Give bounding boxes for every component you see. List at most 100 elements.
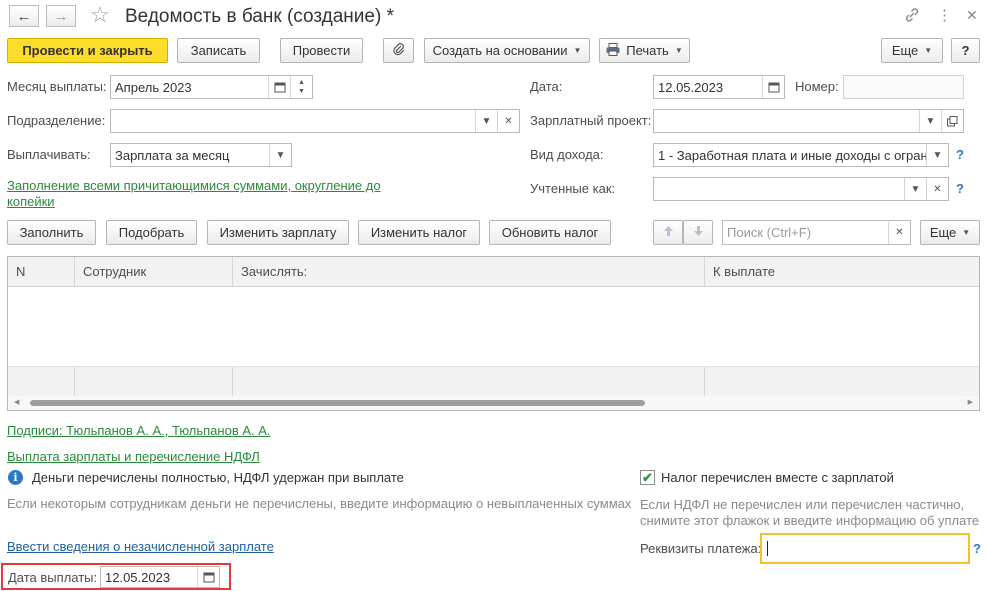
month-value: Апрель 2023 [115, 79, 192, 95]
footer-cell [75, 367, 233, 397]
info-icon: i [8, 470, 23, 485]
tax-paid-label: Налог перечислен вместе с зарплатой [661, 470, 894, 485]
dropdown-icon[interactable]: ▼ [926, 144, 948, 166]
month-stepper[interactable]: ▲ ▼ [290, 76, 312, 98]
dropdown-icon[interactable]: ▼ [475, 110, 497, 132]
save-button[interactable]: Записать [177, 38, 260, 63]
month-label: Месяц выплаты: [7, 79, 107, 94]
caret-down-icon: ▼ [924, 46, 933, 55]
income-type-field[interactable]: 1 - Заработная плата и иные доходы с огр… [653, 143, 949, 167]
print-label: Печать [626, 43, 669, 58]
dropdown-icon[interactable]: ▼ [919, 110, 941, 132]
attach-button[interactable] [383, 38, 414, 63]
fill-button[interactable]: Заполнить [7, 220, 96, 245]
table-more-button[interactable]: Еще ▼ [920, 220, 980, 245]
employees-table[interactable]: N Сотрудник Зачислять: К выплате ◀ ▶ [7, 256, 980, 411]
change-salary-button[interactable]: Изменить зарплату [207, 220, 349, 245]
column-header-credit[interactable]: Зачислять: [233, 257, 705, 287]
calendar-icon[interactable] [762, 76, 784, 98]
post-label: Провести [292, 43, 351, 58]
arrow-down-icon [693, 225, 704, 240]
arrow-up-icon [663, 225, 674, 240]
accounted-help-icon[interactable]: ? [956, 181, 964, 196]
caret-down-icon: ▼ [674, 46, 683, 55]
help-button[interactable]: ? [951, 38, 980, 63]
footer-cell [233, 367, 705, 397]
accounted-field[interactable]: ▼ ✕ [653, 177, 949, 201]
open-icon[interactable] [941, 110, 963, 132]
help-label: ? [961, 43, 970, 58]
pay-date-field[interactable]: 12.05.2023 [100, 566, 220, 588]
signatures-link[interactable]: Подписи: Тюльпанов А. А., Тюльпанов А. А… [7, 423, 271, 438]
clear-icon[interactable]: ✕ [926, 178, 948, 200]
dropdown-icon[interactable]: ▼ [904, 178, 926, 200]
scroll-left-icon[interactable]: ◀ [14, 398, 19, 406]
pay-field[interactable]: Зарплата за месяц ▼ [110, 143, 292, 167]
horizontal-scrollbar[interactable]: ◀ ▶ [8, 396, 979, 410]
change-tax-button[interactable]: Изменить налог [358, 220, 480, 245]
fill-label: Заполнить [19, 225, 84, 240]
clear-icon[interactable]: ✕ [497, 110, 519, 132]
text-cursor [767, 541, 768, 556]
paperclip-icon [392, 42, 406, 59]
requisites-help-icon[interactable]: ? [973, 541, 981, 556]
post-and-close-label: Провести и закрыть [22, 43, 153, 58]
create-based-on-button[interactable]: Создать на основании ▼ [424, 38, 590, 63]
salary-project-label: Зарплатный проект: [530, 113, 652, 128]
table-more-label: Еще [929, 225, 957, 240]
tax-paid-checkbox[interactable]: ✔ [640, 470, 655, 485]
payment-status-text: Деньги перечислены полностью, НДФЛ удерж… [32, 470, 404, 485]
footer-cell [8, 367, 75, 397]
change-salary-label: Изменить зарплату [219, 225, 337, 240]
number-label: Номер: [795, 79, 839, 94]
division-field[interactable]: ▼ ✕ [110, 109, 520, 133]
post-and-close-button[interactable]: Провести и закрыть [7, 38, 168, 63]
salary-project-field[interactable]: ▼ [653, 109, 964, 133]
requisites-input[interactable] [760, 533, 970, 564]
forward-button[interactable]: → [46, 5, 76, 27]
scrollbar-thumb[interactable] [30, 400, 645, 406]
table-header: N Сотрудник Зачислять: К выплате [8, 257, 979, 287]
date-value: 12.05.2023 [658, 79, 724, 95]
change-tax-label: Изменить налог [370, 225, 468, 240]
dropdown-icon[interactable]: ▼ [269, 144, 291, 166]
column-header-employee[interactable]: Сотрудник [75, 257, 233, 287]
move-down-button[interactable] [683, 220, 713, 245]
search-input[interactable]: Поиск (Ctrl+F) ✕ [722, 220, 911, 245]
link-icon[interactable] [904, 7, 920, 26]
payment-ndfl-link[interactable]: Выплата зарплаты и перечисление НДФЛ [7, 449, 260, 464]
column-header-to-pay[interactable]: К выплате [705, 257, 979, 287]
save-label: Записать [190, 43, 247, 58]
favorite-star-icon[interactable]: ☆ [90, 2, 110, 28]
move-up-button[interactable] [653, 220, 683, 245]
print-button[interactable]: Печать ▼ [599, 38, 690, 63]
fill-amounts-link-continued[interactable]: копейки [7, 194, 55, 209]
arrow-right-icon: → [53, 7, 69, 25]
post-button[interactable]: Провести [280, 38, 363, 63]
number-field[interactable] [843, 75, 964, 99]
close-icon[interactable]: ✕ [966, 7, 978, 24]
date-field[interactable]: 12.05.2023 [653, 75, 785, 99]
column-header-n[interactable]: N [8, 257, 75, 287]
calendar-icon[interactable] [197, 567, 219, 587]
pay-label: Выплачивать: [7, 147, 91, 162]
create-based-label: Создать на основании [432, 43, 568, 58]
fill-amounts-link[interactable]: Заполнение всеми причитающимися суммами,… [7, 178, 381, 193]
more-actions-icon[interactable]: ⋮ [937, 6, 952, 24]
back-button[interactable]: ← [9, 5, 39, 27]
unaccrued-salary-link[interactable]: Ввести сведения о незачисленной зарплате [7, 539, 274, 554]
income-type-help-icon[interactable]: ? [956, 147, 964, 162]
clear-icon[interactable]: ✕ [888, 221, 910, 244]
month-field[interactable]: Апрель 2023 ▲ ▼ [110, 75, 313, 99]
more-button[interactable]: Еще ▼ [881, 38, 943, 63]
select-button[interactable]: Подобрать [106, 220, 197, 245]
select-label: Подобрать [118, 225, 185, 240]
update-tax-button[interactable]: Обновить налог [489, 220, 611, 245]
page-title: Ведомость в банк (создание) * [125, 6, 394, 27]
pay-date-value: 12.05.2023 [105, 569, 171, 585]
search-placeholder: Поиск (Ctrl+F) [727, 225, 812, 240]
calendar-icon[interactable] [268, 76, 290, 98]
income-type-label: Вид дохода: [530, 147, 604, 162]
pay-value: Зарплата за месяц [115, 147, 230, 163]
scroll-right-icon[interactable]: ▶ [968, 398, 973, 406]
